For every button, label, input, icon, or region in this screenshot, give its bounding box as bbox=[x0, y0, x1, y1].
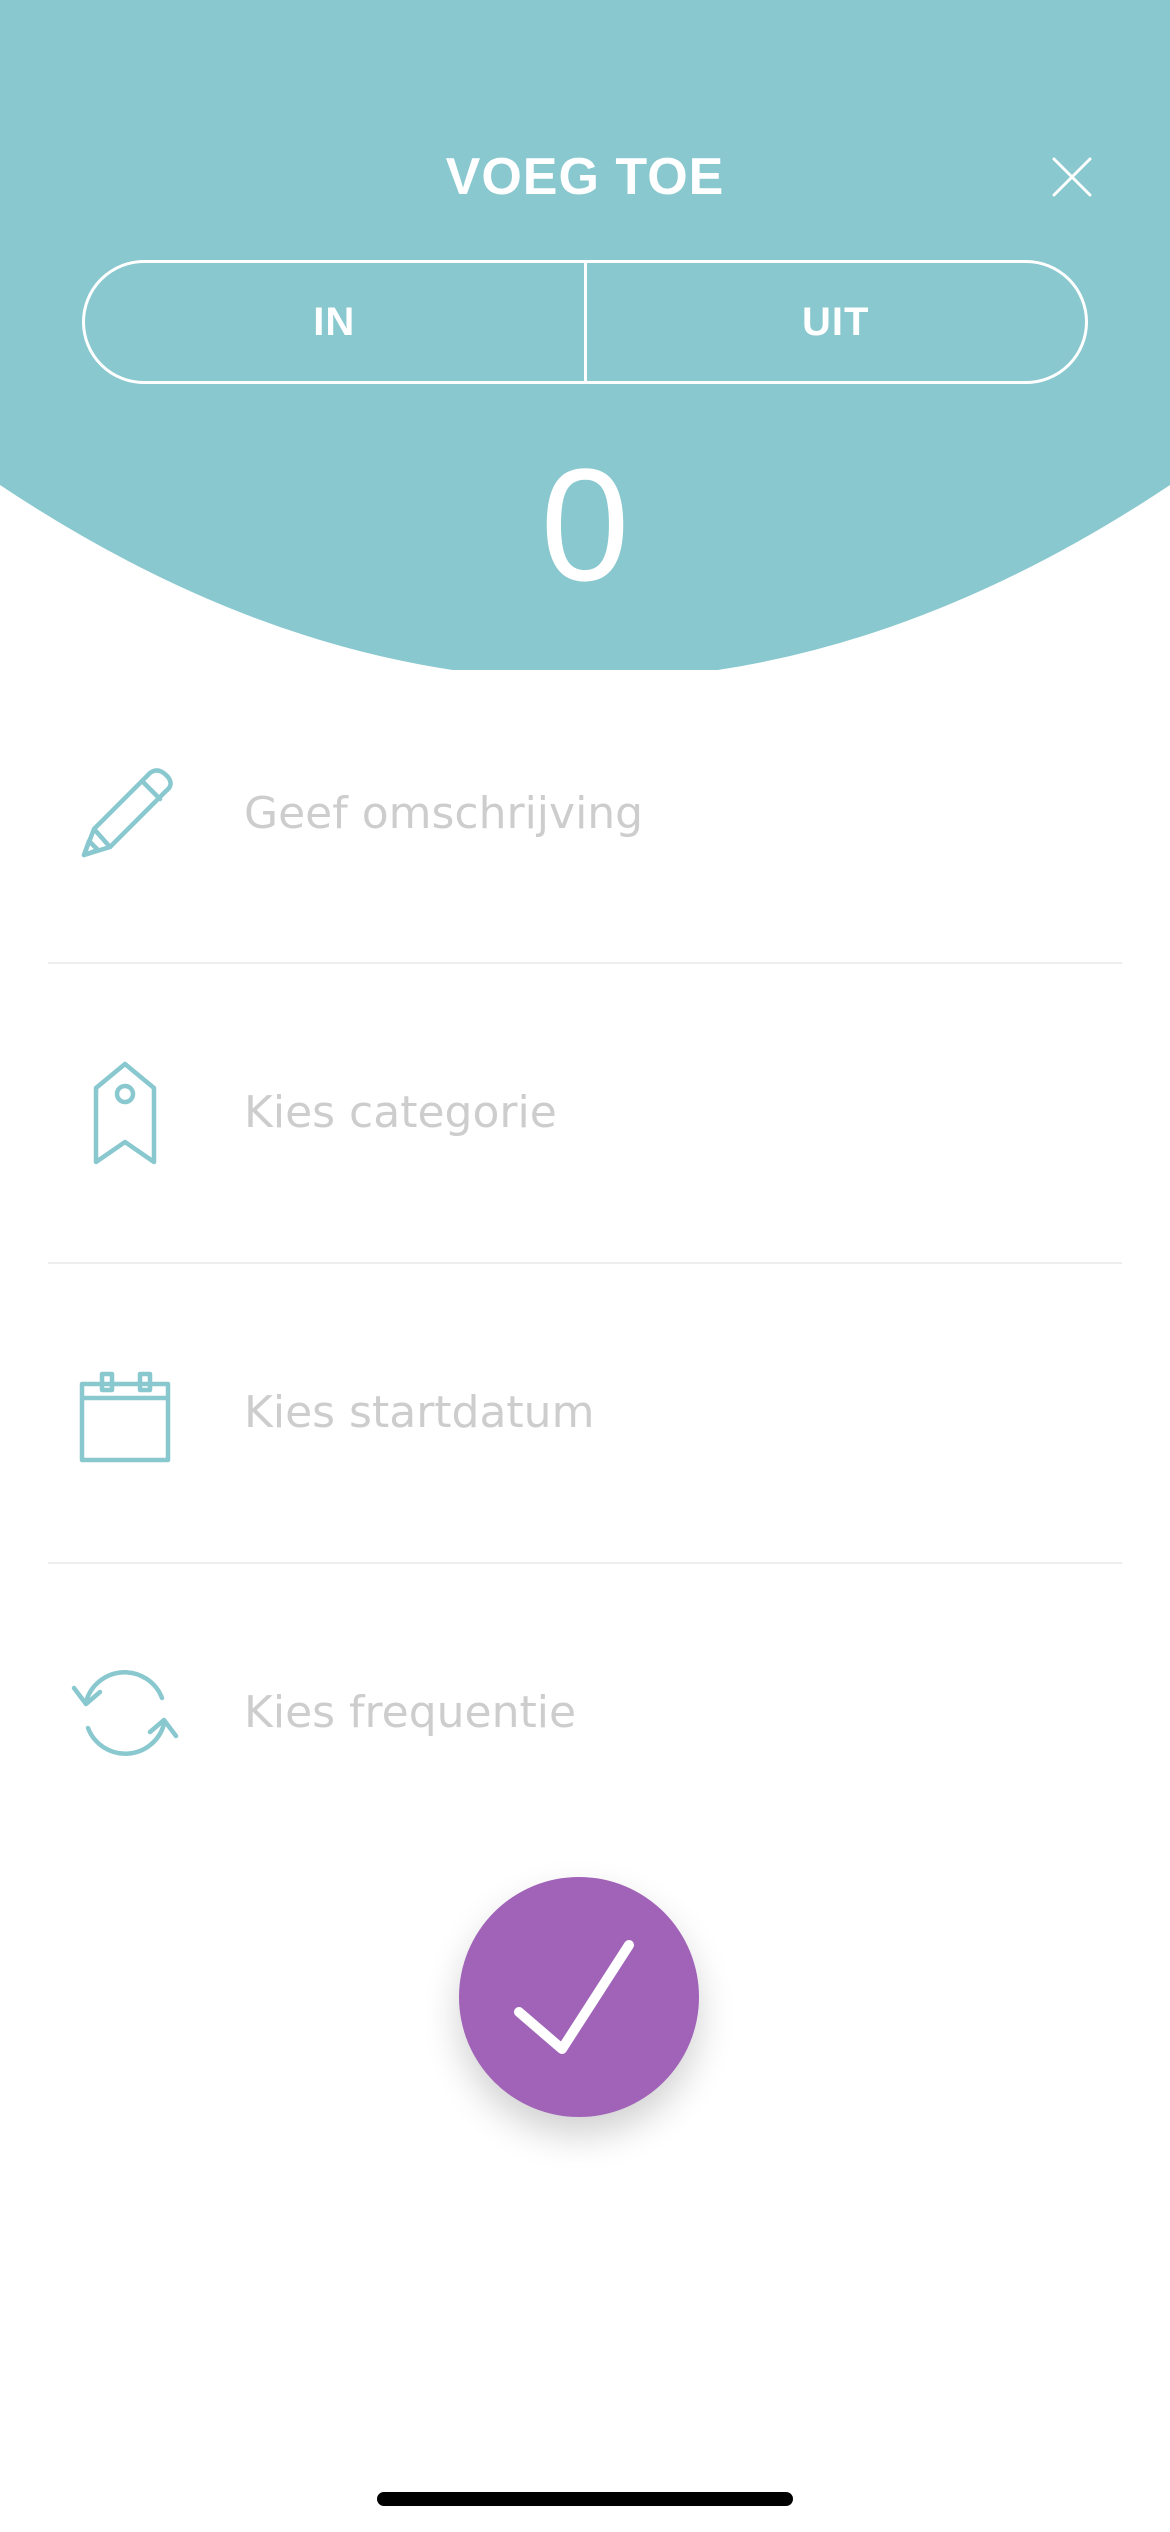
tag-icon bbox=[93, 1061, 157, 1165]
frequency-row[interactable]: Kies frequentie bbox=[48, 1564, 1122, 1862]
confirm-button[interactable] bbox=[459, 1877, 699, 2117]
toggle-in-button[interactable]: IN bbox=[85, 263, 584, 381]
description-field[interactable]: Geef omschrijving bbox=[244, 786, 643, 842]
repeat-icon bbox=[71, 1670, 179, 1756]
checkmark-icon bbox=[514, 1940, 634, 2054]
description-row[interactable]: Geef omschrijving bbox=[48, 665, 1122, 963]
start-date-field[interactable]: Kies startdatum bbox=[244, 1385, 594, 1441]
in-out-toggle: IN UIT bbox=[82, 260, 1088, 384]
amount-display[interactable]: 0 bbox=[0, 440, 1170, 610]
home-indicator bbox=[377, 2492, 793, 2506]
category-field[interactable]: Kies categorie bbox=[244, 1085, 557, 1141]
category-row[interactable]: Kies categorie bbox=[48, 964, 1122, 1262]
close-button[interactable] bbox=[1040, 145, 1104, 209]
add-transaction-screen: VOEG TOE IN UIT 0 Geef omschrijving Kies… bbox=[0, 0, 1170, 2532]
frequency-field[interactable]: Kies frequentie bbox=[244, 1685, 576, 1741]
pencil-icon bbox=[81, 768, 173, 858]
page-title: VOEG TOE bbox=[445, 148, 725, 206]
calendar-icon bbox=[79, 1371, 171, 1463]
close-icon bbox=[1052, 157, 1092, 197]
start-date-row[interactable]: Kies startdatum bbox=[48, 1264, 1122, 1562]
toggle-out-button[interactable]: UIT bbox=[587, 263, 1086, 381]
